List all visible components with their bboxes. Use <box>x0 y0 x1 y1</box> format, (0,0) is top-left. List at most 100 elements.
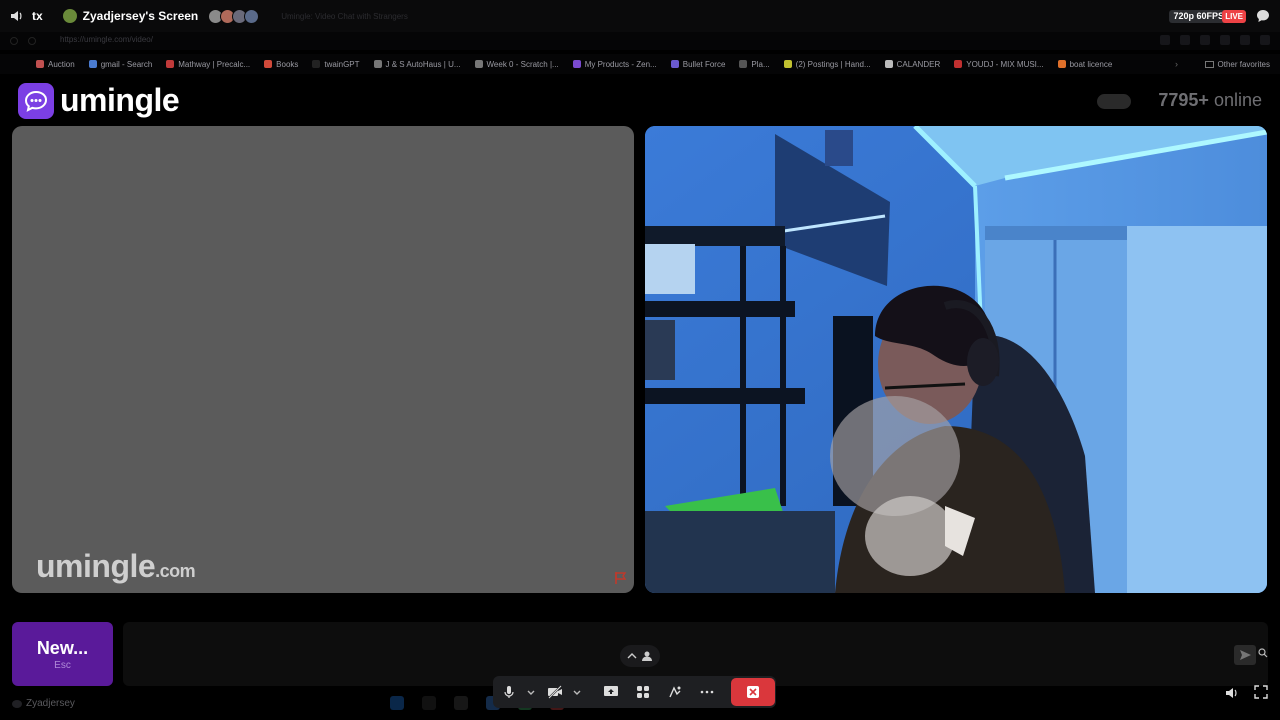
live-badge: LIVE <box>1222 10 1246 23</box>
bookmark-label: Bullet Force <box>682 59 726 69</box>
channel-name[interactable]: tx <box>32 9 43 23</box>
microphone-icon[interactable] <box>501 684 517 700</box>
search-icon <box>422 696 436 710</box>
bookmark-item[interactable]: YOUDJ - MIX MUSI... <box>954 60 1044 69</box>
fullscreen-icon[interactable] <box>1254 685 1268 699</box>
extension-icon[interactable] <box>1220 35 1230 45</box>
hang-up-icon <box>747 686 759 698</box>
local-video-panel: umingle.com <box>12 126 634 593</box>
bookmark-label: CALANDER <box>896 59 941 69</box>
chevron-down-icon[interactable] <box>569 684 585 700</box>
report-flag-icon[interactable] <box>614 571 628 585</box>
profile-icon[interactable] <box>1240 35 1250 45</box>
dj-icon <box>954 60 963 68</box>
bookmark-label: boat licence <box>1069 59 1113 69</box>
streamer-avatar <box>62 9 77 23</box>
speaker-icon[interactable] <box>10 10 24 22</box>
umingle-watermark: umingle.com <box>36 548 196 585</box>
bookmark-label: Pla... <box>751 59 770 69</box>
search-icon <box>88 60 97 68</box>
chat-bubble-icon <box>18 82 54 119</box>
bookmark-label: Mathway | Precalc... <box>178 59 251 69</box>
bookmarks-bar: Auction gmail - Search Mathway | Precalc..… <box>0 54 1280 74</box>
bookmark-item[interactable]: Books <box>264 60 298 69</box>
logo-text: umingle <box>60 82 180 118</box>
bookmark-item[interactable]: Pla... <box>739 59 770 69</box>
screen-share-icon[interactable] <box>603 684 619 700</box>
folder-icon <box>1204 61 1214 68</box>
book-icon <box>264 60 273 68</box>
people-icon <box>642 651 652 661</box>
umingle-logo[interactable]: umingle <box>18 82 180 119</box>
font-icon[interactable] <box>1180 35 1190 45</box>
online-count: 7795+ <box>1158 90 1209 110</box>
bookmark-label: twainGPT <box>324 59 360 69</box>
bookmark-item[interactable]: Mathway | Precalc... <box>166 60 250 69</box>
hang-up-button[interactable] <box>731 678 775 706</box>
bookmark-item[interactable]: twainGPT <box>312 59 360 69</box>
bookmark-item[interactable]: My Products - Zen... <box>572 59 657 69</box>
bookmark-label: Books <box>276 59 299 69</box>
remote-video-panel <box>645 126 1267 593</box>
bookmark-item[interactable]: Auction <box>36 60 75 69</box>
avatar <box>12 700 22 708</box>
star-icon[interactable] <box>1200 35 1210 45</box>
other-favorites[interactable]: Other favorites <box>1204 60 1270 69</box>
watermark-main: umingle <box>36 548 156 584</box>
soundboard-icon[interactable] <box>667 684 683 700</box>
windows-start-icon <box>390 696 404 710</box>
theme-toggle[interactable] <box>1097 94 1131 109</box>
gpt-icon <box>312 60 321 68</box>
bookmark-label: J & S AutoHaus | U... <box>385 59 461 69</box>
bookmark-item[interactable]: (2) Postings | Hand... <box>783 59 871 69</box>
browser-actions <box>1160 35 1270 45</box>
browser-tab-ghost: Umingle: Video Chat with Strangers <box>281 11 408 21</box>
zoom-icon[interactable] <box>1258 645 1268 658</box>
camera-off-icon[interactable] <box>547 684 563 700</box>
watermark-suffix: .com <box>155 561 196 581</box>
browser-address-bar: https://umingle.com/video/ <box>0 32 1280 50</box>
call-controls <box>493 676 776 708</box>
chat-icon[interactable] <box>1256 9 1270 23</box>
chevron-right-icon[interactable]: › <box>1175 59 1178 69</box>
mathway-icon <box>166 60 175 68</box>
remote-video-feed <box>645 126 1267 593</box>
bookmark-label: gmail - Search <box>100 59 153 69</box>
bookmark-label: Auction <box>48 59 75 69</box>
back-icon[interactable] <box>10 37 18 45</box>
zen-icon <box>572 60 581 68</box>
bookmark-item[interactable]: CALANDER <box>884 59 941 69</box>
volume-icon[interactable] <box>1225 686 1239 700</box>
chevron-up-icon <box>627 653 637 659</box>
online-label: online <box>1213 90 1262 110</box>
bookmark-item[interactable]: gmail - Search <box>88 59 153 69</box>
more-icon[interactable] <box>1260 35 1270 45</box>
bookmark-label: My Products - Zen... <box>584 59 657 69</box>
bookmark-item[interactable]: boat licence <box>1057 59 1113 69</box>
bookmark-item[interactable]: J & S AutoHaus | U... <box>373 59 461 69</box>
bookmark-label: (2) Postings | Hand... <box>795 59 871 69</box>
viewer-avatars[interactable] <box>204 8 260 24</box>
send-icon[interactable] <box>1234 645 1256 665</box>
online-counter: 7795+ online <box>1158 90 1262 111</box>
boat-icon <box>1057 60 1066 68</box>
bookmark-item[interactable]: Bullet Force <box>670 59 726 69</box>
arrow-icon <box>474 60 483 68</box>
page-icon <box>739 60 748 68</box>
app-icon <box>454 696 468 710</box>
more-icon[interactable] <box>699 684 715 700</box>
audience-toggle[interactable] <box>620 645 660 667</box>
url-field[interactable]: https://umingle.com/video/ <box>60 35 153 44</box>
new-chat-button[interactable]: New... Esc <box>12 622 113 686</box>
chevron-down-icon[interactable] <box>523 684 539 700</box>
game-icon <box>670 60 679 68</box>
bookmark-item[interactable]: Week 0 - Scratch |... <box>474 60 559 69</box>
refresh-icon[interactable] <box>28 37 36 45</box>
avatar <box>244 8 260 24</box>
stream-title-group: Zyadjersey's Screen <box>62 8 260 24</box>
activities-icon[interactable] <box>635 684 651 700</box>
translate-icon[interactable] <box>1160 35 1170 45</box>
page-icon <box>373 60 382 68</box>
user-name[interactable]: Zyadjersey <box>26 698 75 709</box>
calendar-icon <box>884 60 893 68</box>
